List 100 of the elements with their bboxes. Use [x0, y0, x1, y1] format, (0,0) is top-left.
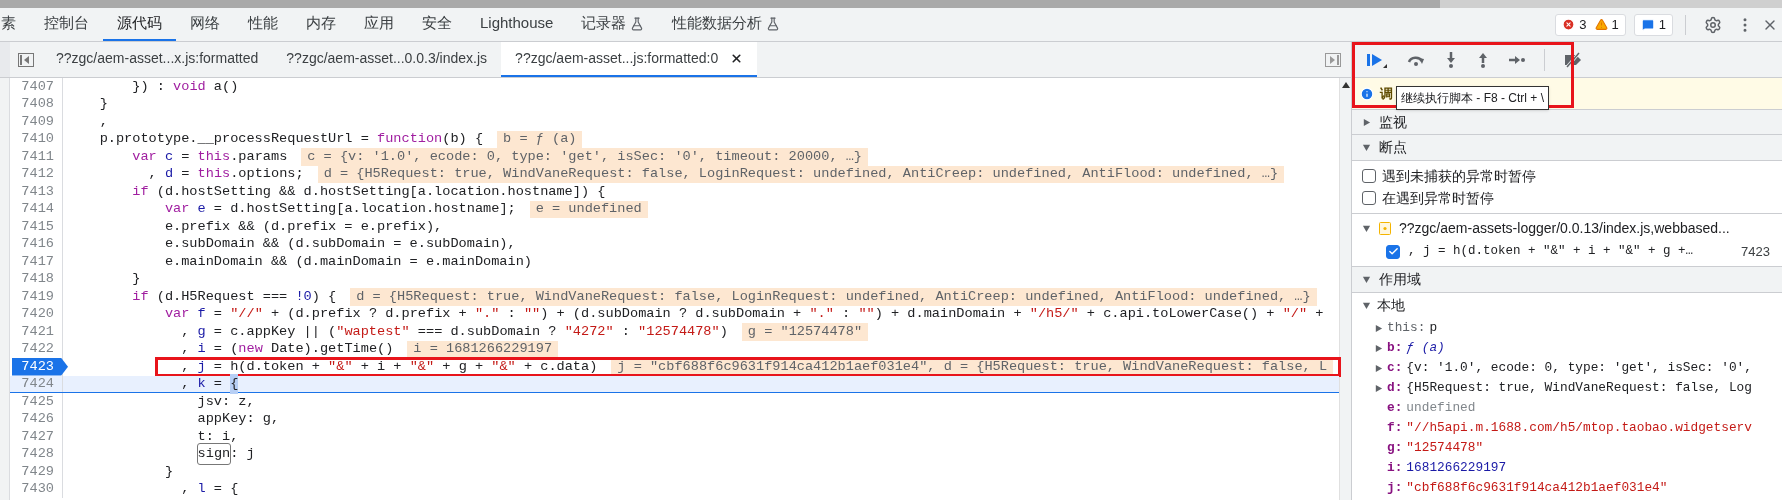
line-number: 7419 [21, 287, 54, 306]
line-number: 7428 [21, 445, 54, 464]
panel-tab[interactable]: 控制台 [30, 8, 103, 41]
line-number: 7418 [21, 270, 54, 289]
variable-name: f: [1387, 419, 1403, 438]
code-line: if (d.hostSetting && d.hostSetting[a.location.hostname]) { [131, 182, 606, 201]
expanded-triangle-icon[interactable] [1362, 301, 1371, 310]
message-count: 1 [1658, 15, 1666, 34]
code-line: } [131, 270, 141, 289]
code-line: e.prefix && (d.prefix = e.prefix), [163, 217, 443, 236]
panel-tab[interactable]: 性能数据分析 [658, 8, 795, 41]
breakpoint-code: , j = h(d.token + "&" + i + "&" + g +… [1408, 243, 1694, 261]
code-line: }) : void a() [131, 78, 239, 96]
code-line: e.subDomain && (d.subDomain = e.subDomain), [163, 235, 516, 254]
file-tab[interactable]: ??zgc/aem-asset...0.0.3/index.js [272, 42, 502, 77]
variable-value: 1681266229197 [1406, 459, 1507, 478]
variable-value: "12574478" [1406, 439, 1484, 458]
file-tab[interactable]: ??zgc/aem-asset...x.js:formatted [42, 42, 273, 77]
collapsed-triangle-icon[interactable] [1362, 117, 1371, 127]
line-number: 7427 [21, 427, 54, 446]
code-line: jsv: z, [196, 392, 255, 411]
breakpoint-file-name[interactable]: ??zgc/aem-assets-logger/0.0.13/index.js,webbased... [1399, 218, 1730, 239]
expanded-triangle-icon[interactable] [1362, 143, 1371, 152]
line-number: 7414 [21, 200, 54, 219]
section-header[interactable]: 监视 [1352, 110, 1782, 135]
line-number: 7413 [21, 182, 54, 201]
code-line: var e = d.hostSetting[a.location.hostname]; [163, 200, 516, 219]
line-number: 7426 [21, 410, 54, 429]
collapsed-triangle-icon[interactable] [1374, 383, 1383, 393]
line-number: 7415 [21, 217, 54, 236]
file-icon [1379, 222, 1391, 235]
variable-value: {H5Request: true, WindVaneRequest: false, Log [1406, 379, 1752, 398]
panel-tab[interactable]: Lighthouse [466, 8, 568, 41]
code-line: if (d.H5Request === !0) { [131, 287, 337, 306]
inline-value: d = {H5Request: true, WindVaneRequest: false, LoginRequest: undefined, AntiCreep: undefined, AntiFlood: undefined, …} [317, 165, 1285, 183]
messages-counter[interactable]: 1 [1633, 13, 1673, 36]
variable-name: e: [1387, 399, 1403, 418]
line-number: 7420 [21, 305, 54, 324]
tooltip: 继续执行脚本 - F8 - Ctrl + \ [1396, 86, 1549, 110]
line-number: 7429 [21, 462, 54, 481]
checkbox[interactable] [1362, 169, 1376, 183]
section-header[interactable]: 作用域 [1352, 267, 1782, 293]
panel-tab[interactable]: 记录器 [567, 8, 659, 41]
deactivate-breakpoints-icon[interactable] [1563, 51, 1583, 68]
expanded-triangle-icon[interactable] [1362, 275, 1371, 284]
line-number: 7424 [21, 374, 54, 393]
code-line: } [163, 462, 174, 481]
scope-group-title[interactable]: 本地 [1377, 295, 1405, 316]
collapsed-triangle-icon[interactable] [1374, 363, 1383, 373]
panel-tab[interactable]: 性能 [234, 8, 292, 41]
collapsed-triangle-icon[interactable] [1374, 343, 1383, 353]
checkbox[interactable] [1386, 244, 1400, 259]
panel-tab[interactable]: 内存 [292, 8, 350, 41]
warning-icon [1594, 18, 1608, 31]
code-line: sign: j [67, 444, 255, 465]
breakpoint-marker[interactable]: 7423 [12, 358, 68, 376]
checkbox[interactable] [1362, 191, 1376, 205]
inline-value: c = {v: '1.0', ecode: 0, type: 'get', isSec: '0', timeout: 20000, …} [301, 148, 868, 166]
expanded-triangle-icon[interactable] [1362, 224, 1371, 233]
inline-value: b = ƒ (a) [497, 130, 583, 148]
section-header[interactable]: 断点 [1352, 135, 1782, 161]
line-number: 7410 [21, 130, 54, 149]
code-line: e.mainDomain && (d.mainDomain = e.mainDomain) [163, 252, 532, 271]
panel-tab[interactable]: 安全 [408, 8, 466, 41]
code-line: var c = this.params [131, 147, 288, 166]
variable-name: this: [1387, 319, 1426, 338]
code-line: p.prototype.__processRequestUrl = function(b) { [98, 130, 484, 149]
issues-counter[interactable]: 3 1 [1555, 13, 1626, 36]
line-number: 7417 [21, 252, 54, 271]
panel-tab[interactable]: 素 [0, 8, 30, 41]
code-line: , i = (new Date).getTime() [180, 340, 394, 359]
inline-value: d = {H5Request: true, WindVaneRequest: false, LoginRequest: undefined, AntiCreep: undefined, AntiFlood: undefined, …} [350, 288, 1317, 306]
checkbox-label: 遇到未捕获的异常时暂停 [1382, 166, 1536, 186]
step-into-icon[interactable] [1444, 50, 1458, 69]
line-number: 7416 [21, 235, 54, 254]
file-tab[interactable]: ??zgc/aem-asset...js:formatted:0 [501, 42, 758, 77]
paused-message: 调 [1380, 84, 1393, 103]
variable-name: b: [1387, 339, 1403, 358]
line-number: 7408 [21, 95, 54, 114]
step-icon[interactable] [1508, 53, 1526, 66]
inline-value: e = undefined [529, 200, 648, 218]
breakpoint-line-number: 7423 [1741, 242, 1770, 261]
variable-name: i: [1387, 459, 1403, 478]
checkbox-label: 在遇到异常时暂停 [1382, 188, 1494, 208]
panel-tab[interactable]: 应用 [350, 8, 408, 41]
toggle-navigator-icon[interactable] [18, 52, 34, 67]
toggle-debugger-icon[interactable] [1325, 52, 1341, 67]
settings-icon[interactable] [1704, 15, 1722, 34]
code-line: , l = { [180, 480, 239, 499]
panel-tab[interactable]: 网络 [176, 8, 234, 41]
collapsed-triangle-icon[interactable] [1374, 323, 1383, 333]
error-icon [1562, 18, 1576, 31]
line-number: 7421 [21, 322, 54, 341]
variable-value: undefined [1406, 399, 1476, 418]
variable-name: j: [1387, 479, 1403, 498]
variable-name: g: [1387, 439, 1403, 458]
scroll-up-icon[interactable] [1341, 82, 1350, 88]
variable-name: d: [1387, 379, 1403, 398]
info-icon [1360, 86, 1374, 101]
variable-value: p [1429, 319, 1438, 338]
